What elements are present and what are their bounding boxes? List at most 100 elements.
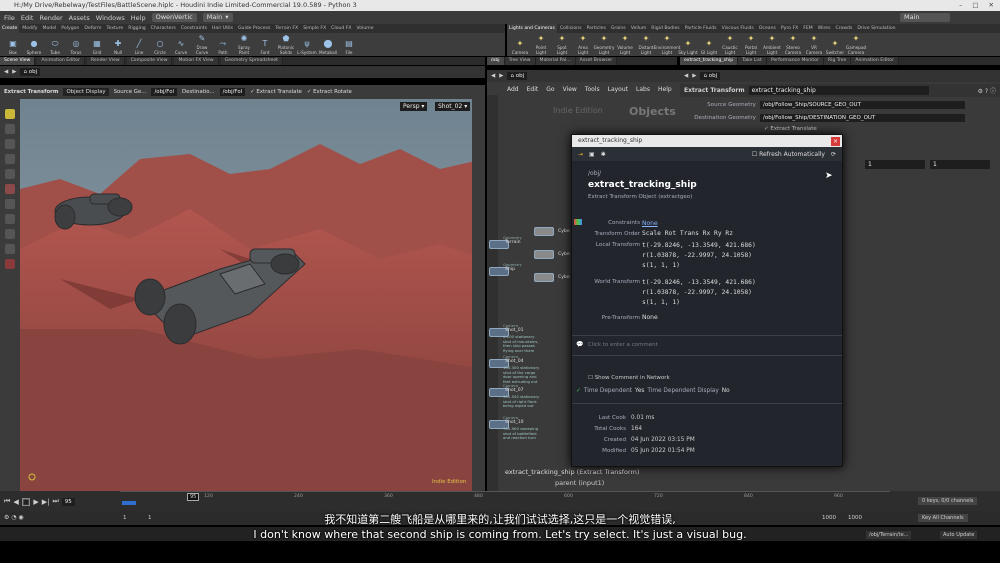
shelf-tool-torus[interactable]: ◎ Torus	[66, 39, 86, 55]
move-tool-icon[interactable]	[5, 124, 15, 134]
shelf-tab[interactable]: Pyro FX	[779, 24, 800, 33]
shelf-tool-vr-camera[interactable]: ✦ VR Camera	[804, 34, 824, 55]
shelf-tab[interactable]: Oceans	[757, 24, 778, 33]
shelf-tool-area-light[interactable]: ✦ Area Light	[573, 34, 593, 55]
shelf-tool-spray-paint[interactable]: ✺ Spray Paint	[234, 34, 254, 55]
forward-icon[interactable]: ▶	[499, 73, 503, 79]
menu-render[interactable]: Render	[39, 14, 62, 22]
shelf-tool-camera[interactable]: ✦ Camera	[510, 39, 530, 55]
shot-dropdown[interactable]: Shot_02 ▾	[435, 102, 471, 111]
object-display-button[interactable]: Object Display	[63, 88, 109, 96]
shelf-tab[interactable]: Vellum	[629, 24, 649, 33]
shelf-tool-path[interactable]: ⤳ Path	[213, 39, 233, 55]
pane-tab[interactable]: Take List	[738, 57, 767, 65]
snap-tool-icon[interactable]	[5, 244, 15, 254]
save-icon[interactable]: ▣	[589, 151, 595, 158]
shelf-tab[interactable]: Hair Utils	[210, 24, 235, 33]
shelf-tool-platonic-solids[interactable]: ⬟ Platonic Solids	[276, 34, 296, 55]
param-value-field-1[interactable]: 1	[865, 160, 925, 169]
shelf-tool-line[interactable]: ╱ Line	[129, 39, 149, 55]
shelf-tab[interactable]: Grains	[609, 24, 628, 33]
shelf-tool-metaball[interactable]: ⬤ Metaball	[318, 39, 338, 55]
network-menu-item[interactable]: Add	[507, 86, 519, 93]
shelf-tool-geometry-light[interactable]: ✦ Geometry Light	[594, 34, 615, 55]
pane-tab[interactable]: Geometry Spreadsheet	[220, 57, 283, 65]
destination-geometry-field[interactable]: /obj/Follow_Ship/DESTINATION_GEO_OUT	[760, 114, 965, 122]
play-icon[interactable]: ▶	[33, 498, 38, 506]
shelf-tab[interactable]: Cloud FX	[329, 24, 353, 33]
shelf-tab[interactable]: Create	[0, 24, 20, 33]
popup-title-bar[interactable]: extract_tracking_ship	[572, 135, 842, 147]
back-icon[interactable]: ◀	[491, 73, 495, 79]
shelf-tab[interactable]: Texture	[104, 24, 125, 33]
shelf-tool-caustic-light[interactable]: ✦ Caustic Light	[720, 34, 740, 55]
maximize-button[interactable]: □	[972, 0, 978, 11]
shelf-tool-gi-light[interactable]: ✦ GI Light	[699, 39, 719, 55]
view-tool-icon[interactable]	[5, 214, 15, 224]
shelf-tab[interactable]: Lights and Cameras	[507, 24, 557, 33]
pane-tab[interactable]: Motion FX View	[174, 57, 219, 65]
shelf-tab[interactable]: Simple FX	[301, 24, 328, 33]
shelf-tab[interactable]: Deform	[82, 24, 103, 33]
shelf-tab[interactable]: Constraints	[179, 24, 209, 33]
jump-start-icon[interactable]: ⏮	[4, 497, 10, 506]
shelf-tool-l-system[interactable]: ψ L-System	[297, 39, 317, 55]
show-comment-checkbox[interactable]: ☐ Show Comment in Network	[588, 375, 670, 381]
pane-tab[interactable]: Asset Browser	[575, 57, 618, 65]
pose-tool-icon[interactable]	[5, 199, 15, 209]
shelf-tab[interactable]: FEM	[801, 24, 815, 33]
pane-tab[interactable]: Material Pal...	[535, 57, 576, 65]
shelf-tool-curve[interactable]: ∿ Curve	[171, 39, 191, 55]
shelf-tab[interactable]: Guide Process	[236, 24, 272, 33]
shelf-tool-font[interactable]: T Font	[255, 39, 275, 55]
forward-icon[interactable]: ▶	[12, 69, 16, 75]
close-button[interactable]: ✕	[989, 0, 994, 11]
pane-tab[interactable]: /obj	[487, 57, 505, 65]
cybe-node[interactable]	[534, 273, 554, 282]
shelf-tool-environment-light[interactable]: ✦ Environment Light	[654, 34, 681, 55]
camera-dropdown[interactable]: Persp ▾	[400, 102, 428, 111]
shelf-tab[interactable]: Terrain FX	[273, 24, 300, 33]
timeline[interactable]: ⏮ ◀ ■ ▶ ▶| ⏭ 95 120 240 360 480 600 720 840 960…	[0, 491, 1000, 511]
forward-icon[interactable]: ▶	[692, 73, 696, 79]
pane-tab[interactable]: Render View	[86, 57, 125, 65]
shelf-tab[interactable]: Crowds	[833, 24, 854, 33]
shelf-tool-file[interactable]: ▤ File	[339, 39, 359, 55]
3d-viewport[interactable]: Persp ▾ Shot_02 ▾ Indie Edition	[20, 99, 484, 491]
shelf-tab[interactable]: Volume	[355, 24, 376, 33]
pane-tab[interactable]: Tree View	[504, 57, 536, 65]
playhead-marker[interactable]: 95	[187, 493, 200, 501]
handle-tool-icon[interactable]	[5, 169, 15, 179]
node-name-field[interactable]: extract_tracking_ship	[748, 86, 929, 95]
context-dropdown[interactable]: OwenVertic	[151, 13, 197, 22]
extract-translate-toggle[interactable]: ✓ Extract Translate	[250, 89, 302, 95]
lock-camera-icon[interactable]	[5, 184, 15, 194]
step-back-icon[interactable]: ◀	[13, 498, 18, 506]
stop-icon[interactable]: ■	[21, 497, 31, 506]
shelf-tab[interactable]: Rigging	[126, 24, 147, 33]
params-path-field[interactable]: ⌂ obj	[700, 72, 721, 80]
pane-tab[interactable]: Scene View	[0, 57, 36, 65]
network-menu-item[interactable]: Edit	[527, 86, 539, 93]
bug-icon[interactable]: ✱	[601, 151, 606, 158]
shelf-tool-gamepad-camera[interactable]: ✦ Gamepad Camera	[846, 34, 866, 55]
cybe-node[interactable]	[534, 250, 554, 259]
network-menu-item[interactable]: View	[563, 86, 577, 93]
shelf-tab[interactable]: Viscous Fluids	[720, 24, 756, 33]
menu-windows[interactable]: Windows	[96, 14, 125, 22]
timeline-ruler[interactable]: 120 240 360 480 600 720 840 960	[120, 491, 890, 511]
shelf-tool-point-light[interactable]: ✦ Point Light	[531, 34, 551, 55]
current-frame-field[interactable]: 95	[61, 497, 75, 506]
scale-tool-icon[interactable]	[5, 154, 15, 164]
constraints-link[interactable]: None	[642, 220, 658, 227]
shelf-tab[interactable]: Modify	[20, 24, 39, 33]
shelf-tool-switcher[interactable]: ✦ Switcher	[825, 39, 845, 55]
cybe-node[interactable]	[534, 227, 554, 236]
shelf-tool-draw-curve[interactable]: ✎ Draw Curve	[192, 34, 212, 55]
shelf-tab[interactable]: Collisions	[558, 24, 584, 33]
gear-icon[interactable]: ⚙ ? ⓘ	[978, 86, 996, 95]
shelf-tool-circle[interactable]: ○ Circle	[150, 39, 170, 55]
scene-path-field[interactable]: ⌂ obj	[20, 68, 41, 76]
shelf-tab[interactable]: Drive Simulation	[855, 24, 897, 33]
pane-tab[interactable]: Animation Editor	[851, 57, 899, 65]
